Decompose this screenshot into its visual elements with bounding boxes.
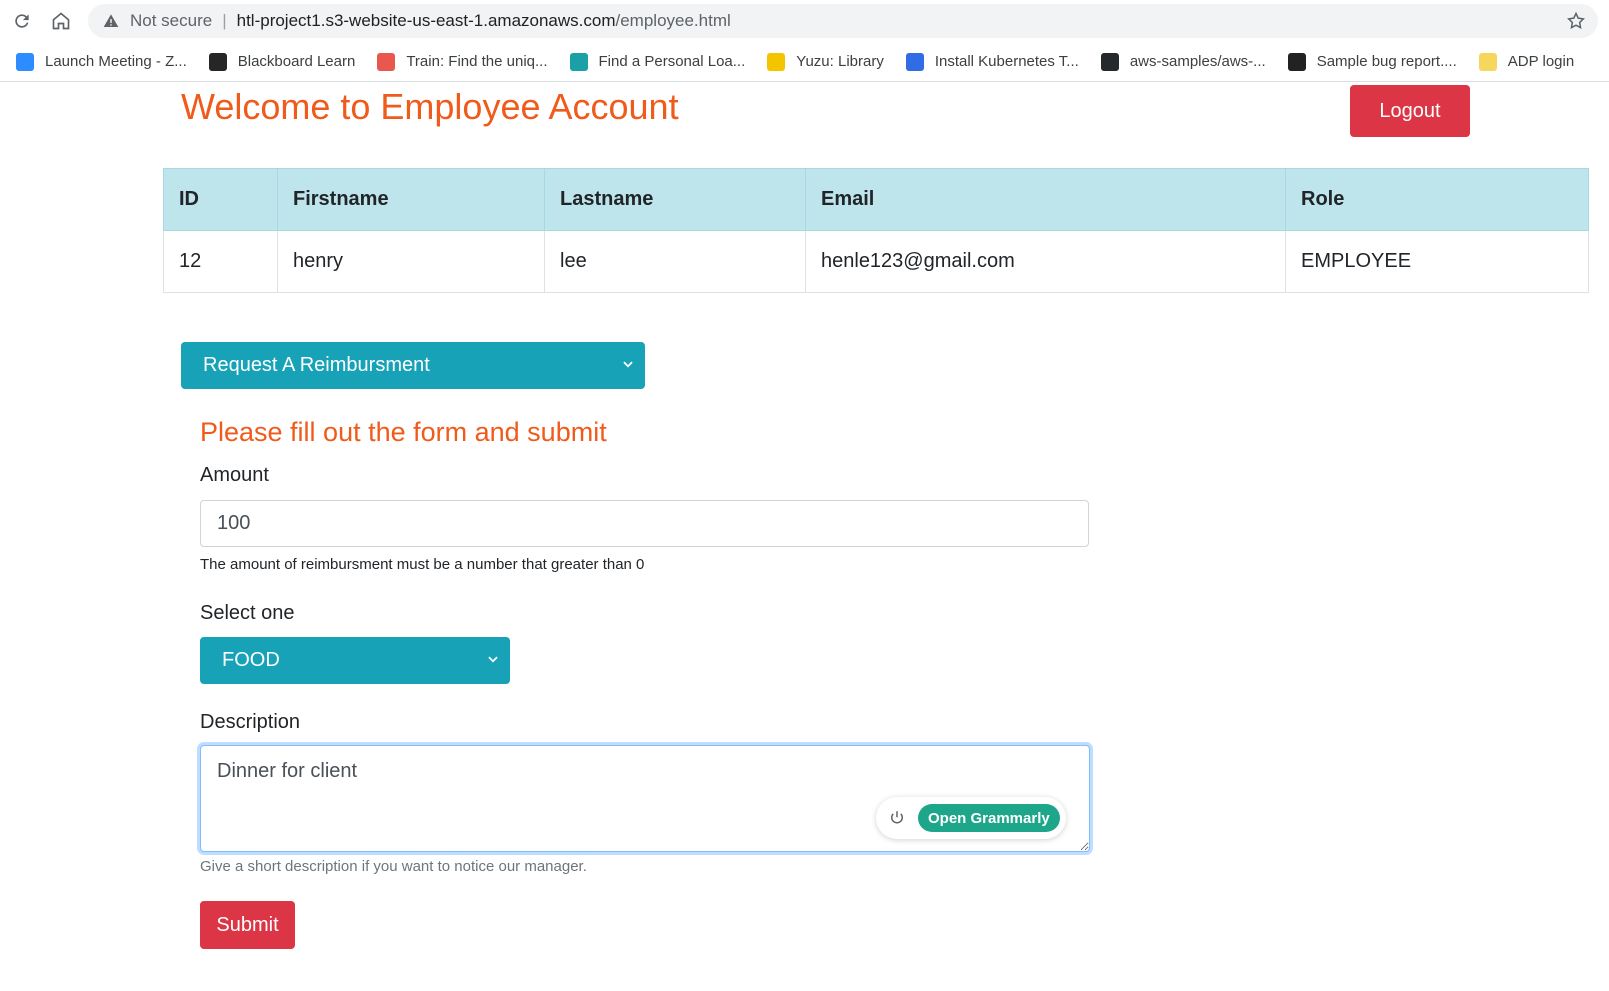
column-header: Email — [805, 168, 1286, 231]
chevron-down-icon — [486, 649, 500, 672]
folder-icon — [1478, 52, 1497, 71]
employee-table: ID Firstname Lastname Email Role 12 henr… — [163, 168, 1589, 293]
address-separator: | — [222, 11, 227, 30]
bookmark-item[interactable]: Launch Meeting - Z... — [16, 52, 187, 71]
home-icon[interactable] — [48, 8, 74, 34]
bookmark-label: Launch Meeting - Z... — [45, 53, 187, 70]
bookmark-label: Blackboard Learn — [237, 53, 356, 70]
cell-role: EMPLOYEE — [1285, 230, 1589, 293]
browser-toolbar: Not secure | htl-project1.s3-website-us-… — [0, 0, 1609, 42]
logout-button[interactable]: Logout — [1350, 85, 1470, 137]
codesignal-icon — [377, 52, 396, 71]
action-select-value: Request A Reimbursment — [203, 354, 430, 376]
github-icon — [1100, 52, 1119, 71]
bookmarks-bar: Launch Meeting - Z... Blackboard Learn Tra… — [0, 42, 1609, 82]
bank-icon — [569, 52, 588, 71]
page-title: Welcome to Employee Account — [181, 86, 679, 127]
bookmark-item[interactable]: Blackboard Learn — [208, 52, 356, 71]
column-header: Role — [1285, 168, 1589, 231]
yuzu-icon — [767, 52, 786, 71]
bookmark-item[interactable]: Find a Personal Loa... — [569, 52, 746, 71]
bookmark-label: aws-samples/aws-... — [1129, 53, 1266, 70]
description-label: Description — [200, 711, 301, 733]
table-header-row: ID Firstname Lastname Email Role — [163, 168, 1589, 231]
zoom-icon — [16, 52, 34, 71]
blackboard-icon — [208, 52, 227, 71]
bookmark-star-icon[interactable] — [1566, 11, 1586, 36]
cell-firstname: henry — [277, 230, 545, 293]
column-header: ID — [163, 168, 278, 231]
submit-button[interactable]: Submit — [200, 901, 295, 949]
action-select[interactable]: Request A Reimbursment — [181, 342, 645, 389]
power-icon[interactable] — [886, 807, 908, 829]
bookmark-label: Train: Find the uniq... — [406, 53, 548, 70]
url-host: htl-project1.s3-website-us-east-1.amazon… — [236, 11, 616, 30]
amount-label: Amount — [200, 464, 269, 486]
amount-input[interactable] — [200, 500, 1089, 547]
type-label: Select one — [200, 602, 295, 624]
bookmark-item[interactable]: Yuzu: Library — [767, 52, 884, 71]
cell-lastname: lee — [544, 230, 806, 293]
column-header: Firstname — [277, 168, 545, 231]
description-help-text: Give a short description if you want to … — [200, 858, 587, 875]
type-select-value: FOOD — [222, 649, 280, 671]
grammarly-widget: Open Grammarly — [876, 797, 1066, 839]
bookmark-item[interactable]: ADP login — [1478, 52, 1575, 71]
bookmark-label: Install Kubernetes T... — [934, 53, 1079, 70]
bookmark-label: Find a Personal Loa... — [598, 53, 746, 70]
bookmark-label: ADP login — [1507, 53, 1575, 70]
bookmark-label: Yuzu: Library — [796, 53, 884, 70]
amount-help-text: The amount of reimbursment must be a num… — [200, 556, 645, 573]
reload-icon[interactable] — [9, 8, 35, 34]
security-status[interactable]: Not secure — [130, 11, 212, 31]
bug-report-icon — [1287, 52, 1306, 71]
cell-email: henle123@gmail.com — [805, 230, 1286, 293]
warning-icon[interactable] — [102, 12, 120, 30]
bookmark-item[interactable]: aws-samples/aws-... — [1100, 52, 1266, 71]
table-row: 12 henry lee henle123@gmail.com EMPLOYEE — [163, 230, 1589, 293]
kubernetes-icon — [905, 52, 924, 71]
bookmark-item[interactable]: Train: Find the uniq... — [377, 52, 548, 71]
bookmark-label: Sample bug report.... — [1316, 53, 1457, 70]
form-heading: Please fill out the form and submit — [200, 417, 607, 447]
open-grammarly-button[interactable]: Open Grammarly — [918, 804, 1060, 832]
address-bar[interactable]: Not secure | htl-project1.s3-website-us-… — [88, 4, 1598, 38]
reimbursement-type-select[interactable]: FOOD — [200, 637, 510, 684]
cell-id: 12 — [163, 230, 278, 293]
bookmark-item[interactable]: Install Kubernetes T... — [905, 52, 1079, 71]
url-path: /employee.html — [615, 11, 731, 30]
chevron-down-icon — [621, 354, 635, 377]
bookmark-item[interactable]: Sample bug report.... — [1287, 52, 1457, 71]
column-header: Lastname — [544, 168, 806, 231]
